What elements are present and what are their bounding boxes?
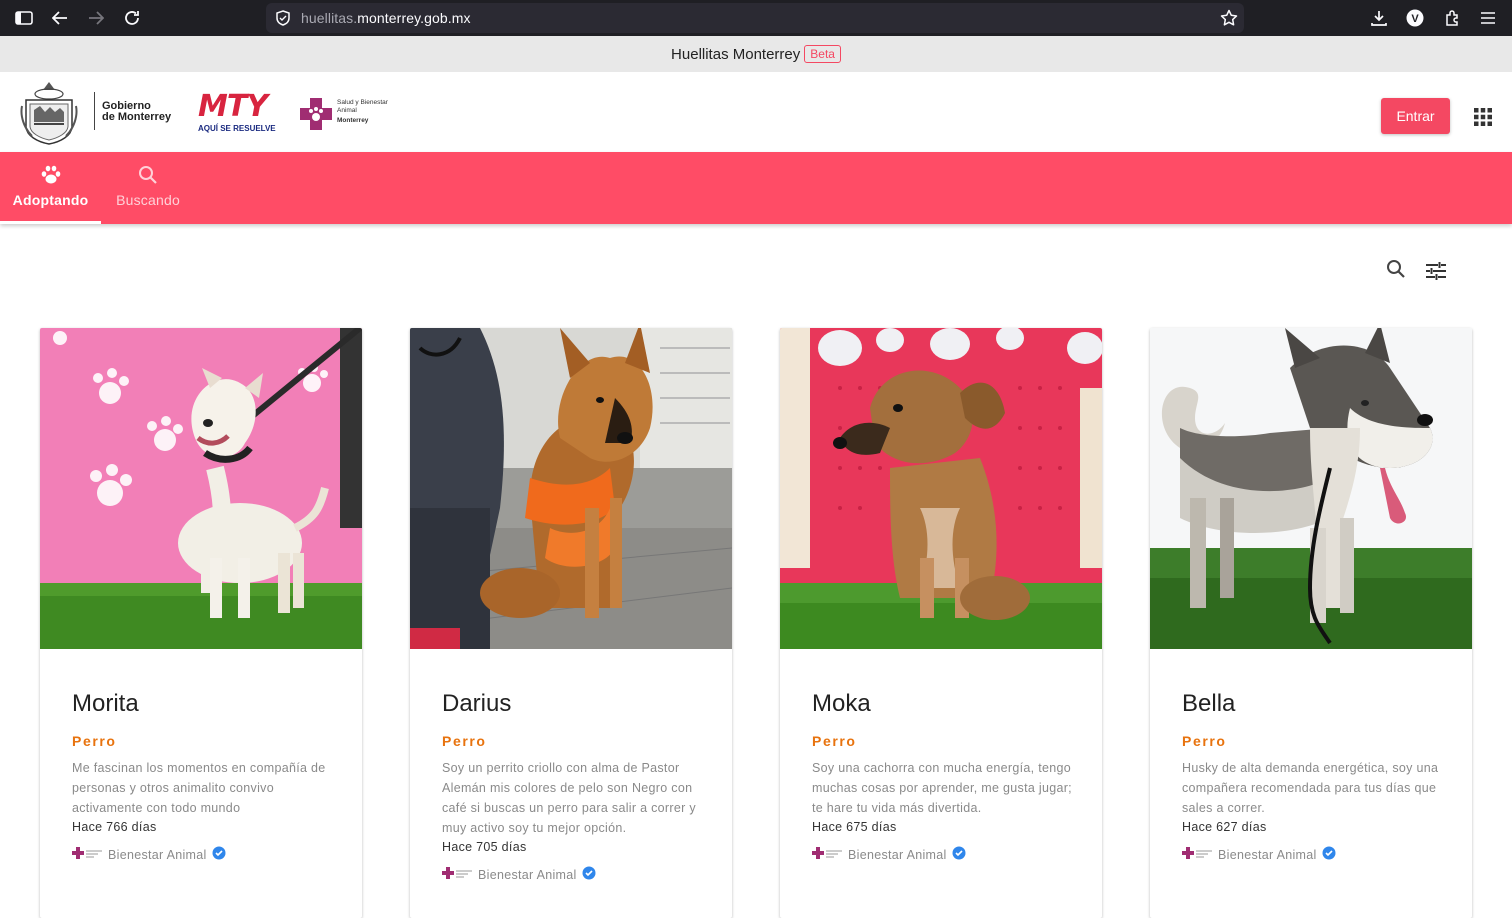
pet-description: Soy una cachorra con mucha energía, teng… — [812, 761, 1072, 815]
shield-icon[interactable] — [271, 6, 295, 30]
salud-logo-line1: Salud y Bienestar — [337, 99, 388, 106]
organization[interactable]: Bienestar Animal — [1182, 846, 1336, 863]
pet-photo[interactable] — [40, 328, 362, 649]
tune-filter-icon[interactable] — [1426, 261, 1446, 286]
org-logo-icon — [442, 867, 474, 882]
svg-text:V: V — [1411, 13, 1419, 25]
org-name: Bienestar Animal — [848, 847, 947, 862]
url-text: huellitas.monterrey.gob.mx — [301, 10, 471, 26]
tab-label: Adoptando — [12, 192, 89, 208]
org-logo-icon — [1182, 847, 1214, 862]
tab-label: Buscando — [116, 192, 180, 208]
coat-of-arms-icon — [20, 82, 78, 145]
pet-card-moka[interactable]: Moka Perro Soy una cachorra con mucha en… — [780, 328, 1102, 918]
org-logo-icon — [72, 847, 104, 862]
address-bar[interactable]: huellitas.monterrey.gob.mx — [266, 3, 1244, 33]
org-logo-icon — [812, 847, 844, 862]
pet-card-darius[interactable]: Darius Perro Soy un perrito criollo con … — [410, 328, 732, 918]
posted-date: Hace 675 días — [812, 820, 897, 834]
login-button[interactable]: Entrar — [1381, 98, 1450, 134]
pet-species: Perro — [812, 733, 857, 749]
salud-bienestar-logo[interactable]: Salud y Bienestar Animal Monterrey — [299, 96, 399, 132]
pet-name: Morita — [72, 690, 139, 717]
back-arrow-icon[interactable] — [48, 6, 72, 30]
reload-icon[interactable] — [120, 6, 144, 30]
pet-card-morita[interactable]: Morita Perro Me fascinan los momentos en… — [40, 328, 362, 918]
salud-logo-line2: Animal — [337, 107, 357, 114]
pet-description: Me fascinan los momentos en compañía de … — [72, 761, 326, 815]
apps-grid-icon[interactable] — [1474, 108, 1492, 131]
download-icon[interactable] — [1367, 6, 1391, 30]
posted-date: Hace 766 días — [72, 820, 157, 834]
active-tab-indicator — [0, 221, 101, 224]
pet-species: Perro — [442, 733, 487, 749]
profile-avatar[interactable]: V — [1403, 6, 1427, 30]
mty-tagline: AQUÍ SE RESUELVE — [198, 124, 276, 133]
org-name: Bienestar Animal — [108, 847, 207, 862]
posted-date: Hace 627 días — [1182, 820, 1267, 834]
paw-icon — [40, 165, 62, 190]
pet-card-bella[interactable]: Bella Perro Husky de alta demanda energé… — [1150, 328, 1472, 918]
organization[interactable]: Bienestar Animal — [442, 866, 596, 883]
gov-logo-text-line2: de Monterrey — [102, 111, 172, 123]
pet-description: Soy un perrito criollo con alma de Pasto… — [442, 761, 696, 835]
site-title: Huellitas Monterrey — [671, 45, 801, 63]
tabs-bar: Adoptando Buscando — [0, 152, 1512, 224]
pet-photo[interactable] — [1150, 328, 1472, 649]
salud-logo-line3: Monterrey — [337, 117, 369, 124]
browser-toolbar: huellitas.monterrey.gob.mx V — [0, 0, 1512, 36]
verified-badge-icon — [952, 846, 966, 863]
search-icon — [138, 165, 158, 190]
pet-name: Bella — [1182, 690, 1236, 717]
tab-adoptando[interactable]: Adoptando — [0, 152, 101, 224]
forward-arrow-icon[interactable] — [84, 6, 108, 30]
organization[interactable]: Bienestar Animal — [812, 846, 966, 863]
pet-name: Moka — [812, 690, 871, 717]
org-name: Bienestar Animal — [1218, 847, 1317, 862]
sidebar-toggle-icon[interactable] — [12, 6, 36, 30]
mty-logo-text: MTY — [198, 89, 268, 124]
beta-badge: Beta — [804, 45, 841, 63]
paw-cross-icon — [300, 98, 332, 130]
org-name: Bienestar Animal — [478, 867, 577, 882]
search-icon[interactable] — [1386, 259, 1406, 284]
pet-photo[interactable] — [780, 328, 1102, 649]
verified-badge-icon — [582, 866, 596, 883]
verified-badge-icon — [1322, 846, 1336, 863]
app-header: Gobierno de Monterrey MTY AQUÍ SE RESUEL… — [0, 72, 1512, 152]
pet-species: Perro — [72, 733, 117, 749]
gobierno-monterrey-logo[interactable]: Gobierno de Monterrey — [20, 80, 180, 146]
tab-buscando[interactable]: Buscando — [101, 152, 195, 224]
pet-species: Perro — [1182, 733, 1227, 749]
pet-description: Husky de alta demanda energética, soy un… — [1182, 761, 1439, 815]
mty-logo[interactable]: MTY AQUÍ SE RESUELVE — [198, 92, 278, 134]
site-banner: Huellitas Monterrey Beta — [0, 36, 1512, 72]
verified-badge-icon — [212, 846, 226, 863]
bookmark-star-icon[interactable] — [1217, 6, 1241, 30]
extensions-icon[interactable] — [1440, 6, 1464, 30]
posted-date: Hace 705 días — [442, 840, 527, 854]
logo-divider — [94, 92, 95, 130]
menu-icon[interactable] — [1476, 6, 1500, 30]
pet-name: Darius — [442, 690, 512, 717]
organization[interactable]: Bienestar Animal — [72, 846, 226, 863]
pet-photo[interactable] — [410, 328, 732, 649]
